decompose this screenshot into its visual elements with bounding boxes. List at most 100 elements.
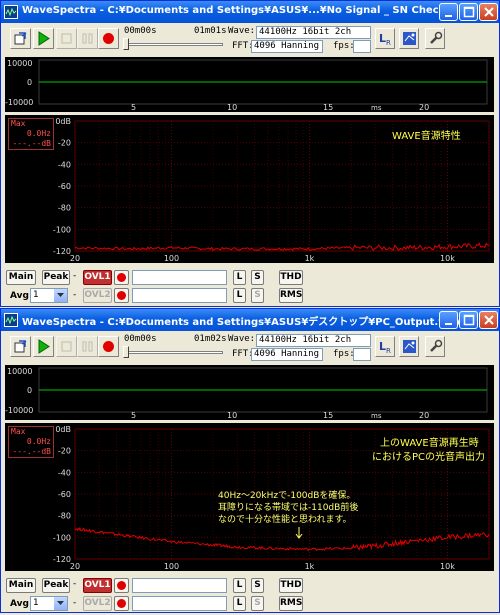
- record-icon: [103, 341, 114, 352]
- minimize-button[interactable]: [439, 3, 458, 21]
- record-icon: [117, 291, 126, 300]
- annotation-note-line: 耳障りになる帯域では-110dB前後: [218, 503, 359, 513]
- dash-separator: -: [73, 271, 77, 281]
- position-slider-track[interactable]: [125, 43, 223, 46]
- pause-button[interactable]: [77, 28, 98, 49]
- wrench-icon: [429, 31, 442, 44]
- channel-lr-button[interactable]: LR: [375, 336, 395, 357]
- thd-button[interactable]: THD: [279, 270, 303, 285]
- minimize-button[interactable]: [439, 311, 458, 329]
- x-tick-label: 1k: [305, 562, 315, 571]
- y-tick-label: -40: [58, 160, 71, 169]
- l-button-2[interactable]: L: [233, 596, 246, 611]
- ovl2-record-button[interactable]: [114, 288, 129, 303]
- scale-settings-icon: [402, 32, 416, 45]
- s-button-2[interactable]: S: [251, 596, 264, 611]
- ovl2-field: [132, 596, 227, 611]
- spectrum-display: 0dB -20 -40 -60 -80 -100 -120 20 100 1k 10k Max 0.…: [5, 115, 494, 263]
- y-tick-label: -120: [53, 555, 71, 564]
- scope-x-tick-5: 5: [131, 103, 136, 112]
- stop-button[interactable]: [56, 28, 77, 49]
- scope-y-mid: 0: [27, 78, 32, 87]
- rms-button[interactable]: RMS: [279, 288, 303, 303]
- spectrum-display: 0dB -20 -40 -60 -80 -100 -120 20 100 1k 10k Max 0.…: [5, 423, 494, 571]
- scope-x-unit: ms: [371, 412, 382, 420]
- wave-format-field: 44100Hz 16bit 2ch: [256, 26, 371, 39]
- fft-field: 4096 Hanning: [251, 348, 323, 361]
- stop-button[interactable]: [56, 336, 77, 357]
- scope-x-tick-20: 20: [419, 411, 429, 420]
- record-button[interactable]: [98, 28, 119, 49]
- fps-label: fps:: [333, 41, 355, 51]
- main-button[interactable]: Main: [6, 270, 36, 285]
- scope-x-tick-20: 20: [419, 103, 429, 112]
- title-bar[interactable]: WaveSpectra - C:¥Documents and Settings¥…: [1, 1, 499, 23]
- fps-field: [353, 348, 371, 361]
- y-tick-label: -100: [53, 225, 71, 234]
- avg-select[interactable]: 1: [30, 596, 68, 611]
- dash-separator-2: -: [73, 290, 77, 300]
- position-slider-thumb[interactable]: [123, 346, 129, 358]
- close-button[interactable]: [479, 3, 498, 21]
- scope-y-mid: 0: [27, 386, 32, 395]
- y-tick-label: -100: [53, 533, 71, 542]
- maximize-button[interactable]: [459, 3, 478, 21]
- s-button-1[interactable]: S: [251, 270, 264, 285]
- position-slider-thumb[interactable]: [123, 38, 129, 50]
- settings-button[interactable]: [399, 28, 419, 49]
- scope-y-bot: -10000: [5, 98, 33, 107]
- s-button-2[interactable]: S: [251, 288, 264, 303]
- record-button[interactable]: [98, 336, 119, 357]
- ovl1-indicator[interactable]: OVL1: [83, 270, 112, 285]
- chevron-down-icon[interactable]: [54, 597, 67, 610]
- ovl1-indicator[interactable]: OVL1: [83, 578, 112, 593]
- max-label: Max: [11, 119, 26, 128]
- rms-button[interactable]: RMS: [279, 596, 303, 611]
- l-button-1[interactable]: L: [233, 578, 246, 593]
- chevron-down-icon[interactable]: [54, 289, 67, 302]
- scope-y-top: 10000: [7, 367, 32, 376]
- title-bar[interactable]: WaveSpectra - C:¥Documents and Settings¥…: [1, 309, 499, 331]
- open-file-button[interactable]: [10, 28, 31, 49]
- scope-x-tick-5: 5: [131, 411, 136, 420]
- maximize-button[interactable]: [459, 311, 478, 329]
- pause-button[interactable]: [77, 336, 98, 357]
- stop-icon: [61, 33, 72, 44]
- l-button-1[interactable]: L: [233, 270, 246, 285]
- play-button[interactable]: [33, 336, 54, 357]
- avg-select[interactable]: 1: [30, 288, 68, 303]
- record-icon: [117, 581, 126, 590]
- waveform-plot: 10000 0 -10000 5 10 15 ms 20: [5, 367, 488, 420]
- channel-lr-button[interactable]: LR: [375, 28, 395, 49]
- s-button-1[interactable]: S: [251, 578, 264, 593]
- ovl1-record-button[interactable]: [114, 578, 129, 593]
- play-button[interactable]: [33, 28, 54, 49]
- open-file-button[interactable]: [10, 336, 31, 357]
- settings-button[interactable]: [399, 336, 419, 357]
- scope-x-tick-15: 15: [323, 411, 333, 420]
- max-frequency: 0.0Hz: [26, 129, 51, 138]
- fps-label: fps:: [333, 349, 355, 359]
- close-button[interactable]: [479, 311, 498, 329]
- tools-button[interactable]: [425, 28, 445, 49]
- annotation-title: 上のWAVE音源再生時: [380, 438, 479, 449]
- peak-button[interactable]: Peak: [42, 270, 70, 285]
- thd-button[interactable]: THD: [279, 578, 303, 593]
- main-button[interactable]: Main: [6, 578, 36, 593]
- ovl2-record-button[interactable]: [114, 596, 129, 611]
- max-level: ---.--dB: [12, 447, 51, 456]
- scope-x-tick-10: 10: [227, 103, 237, 112]
- position-slider-track[interactable]: [125, 351, 223, 354]
- ovl1-record-button[interactable]: [114, 270, 129, 285]
- peak-button[interactable]: Peak: [42, 578, 70, 593]
- x-tick-label: 1k: [305, 254, 315, 263]
- l-button-2[interactable]: L: [233, 288, 246, 303]
- spectrum-trace: [74, 526, 490, 552]
- ovl2-indicator[interactable]: OVL2: [83, 288, 112, 303]
- y-tick-label: -20: [58, 447, 71, 456]
- annotation-note: 40Hz～20kHzで-100dBを確保。 耳障りになる帯域では-110dB前後…: [218, 490, 358, 526]
- ovl2-indicator[interactable]: OVL2: [83, 596, 112, 611]
- tools-button[interactable]: [425, 336, 445, 357]
- toolbar: 00m00s 01m02s Wave: 44100Hz 16bit 2ch FF…: [1, 332, 499, 362]
- y-tick-label: 0dB: [55, 425, 71, 434]
